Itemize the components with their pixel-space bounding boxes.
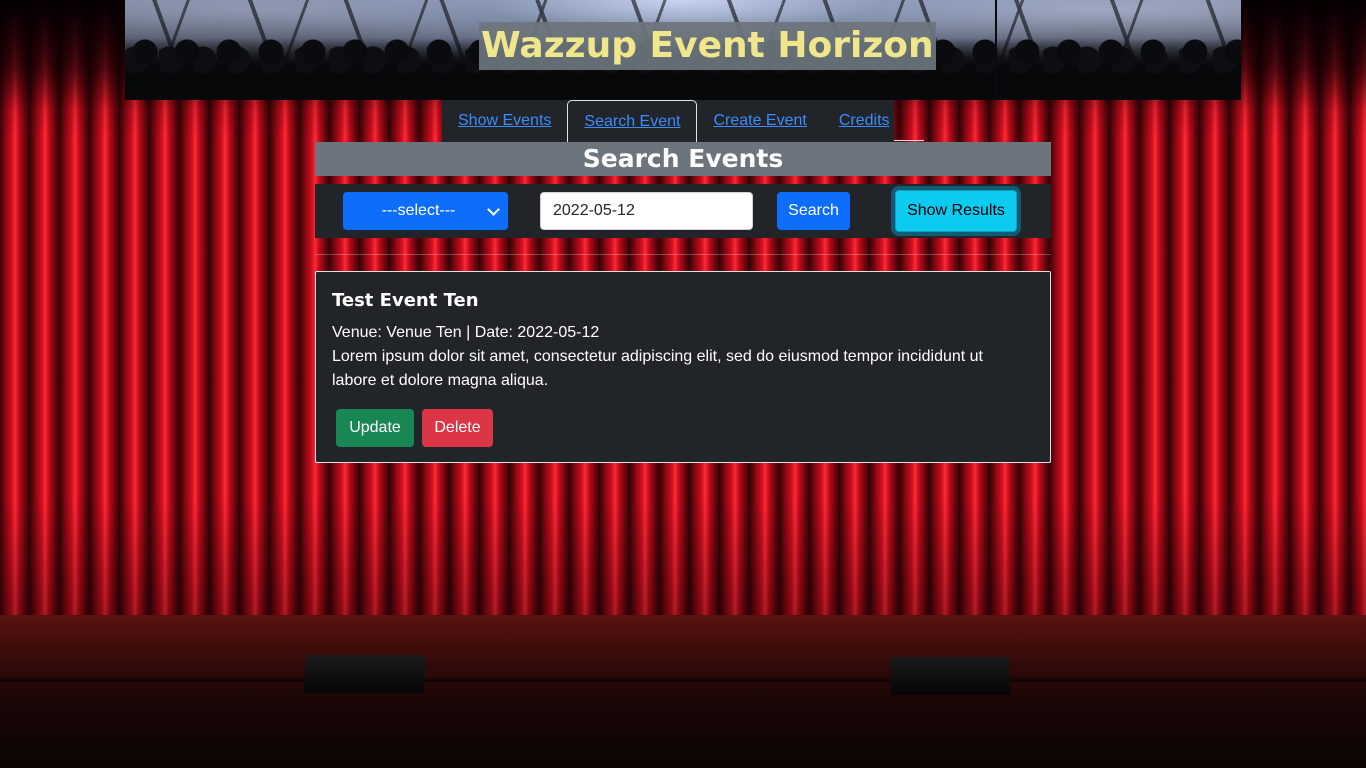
update-button[interactable]: Update: [336, 409, 414, 447]
stage-monitor-speaker: [303, 655, 427, 693]
banner-image-seam: [995, 0, 997, 100]
show-results-button[interactable]: Show Results: [895, 190, 1017, 232]
stage-monitor-speaker: [888, 657, 1012, 695]
stage-edge: [0, 676, 1366, 682]
event-date: 2022-05-12: [517, 324, 600, 341]
event-title: Test Event Ten: [332, 290, 479, 311]
event-meta: Venue: Venue Ten | Date: 2022-05-12: [332, 321, 599, 345]
tab-search-event[interactable]: Search Event: [567, 100, 698, 142]
stage-floor: [0, 615, 1366, 768]
date-input[interactable]: 2022-05-12: [540, 192, 753, 230]
venue-select-value: ---select---: [381, 202, 456, 219]
tab-create-event[interactable]: Create Event: [697, 100, 822, 142]
event-description: Lorem ipsum dolor sit amet, consectetur …: [332, 348, 983, 389]
event-venue: Venue Ten: [386, 324, 462, 341]
tab-show-events[interactable]: Show Events: [442, 100, 567, 142]
delete-button[interactable]: Delete: [422, 409, 493, 447]
venue-select[interactable]: ---select---: [343, 192, 508, 230]
nav-tabs: Show Events Search Event Create Event Cr…: [442, 100, 894, 142]
tab-credits[interactable]: Credits: [823, 100, 906, 142]
site-title: Wazzup Event Horizon: [479, 22, 936, 70]
search-form: ---select--- 2022-05-12 Search Show Resu…: [315, 184, 1051, 238]
date-label: Date:: [474, 324, 513, 341]
venue-label: Venue:: [332, 324, 382, 341]
search-button[interactable]: Search: [777, 192, 850, 230]
nav-tabs-underline: [894, 140, 924, 141]
search-events-heading: Search Events: [315, 142, 1051, 176]
divider: [315, 254, 1051, 255]
event-card: Test Event Ten Venue: Venue Ten | Date: …: [315, 271, 1051, 463]
meta-separator: |: [466, 324, 471, 341]
chevron-down-icon: [487, 203, 500, 216]
